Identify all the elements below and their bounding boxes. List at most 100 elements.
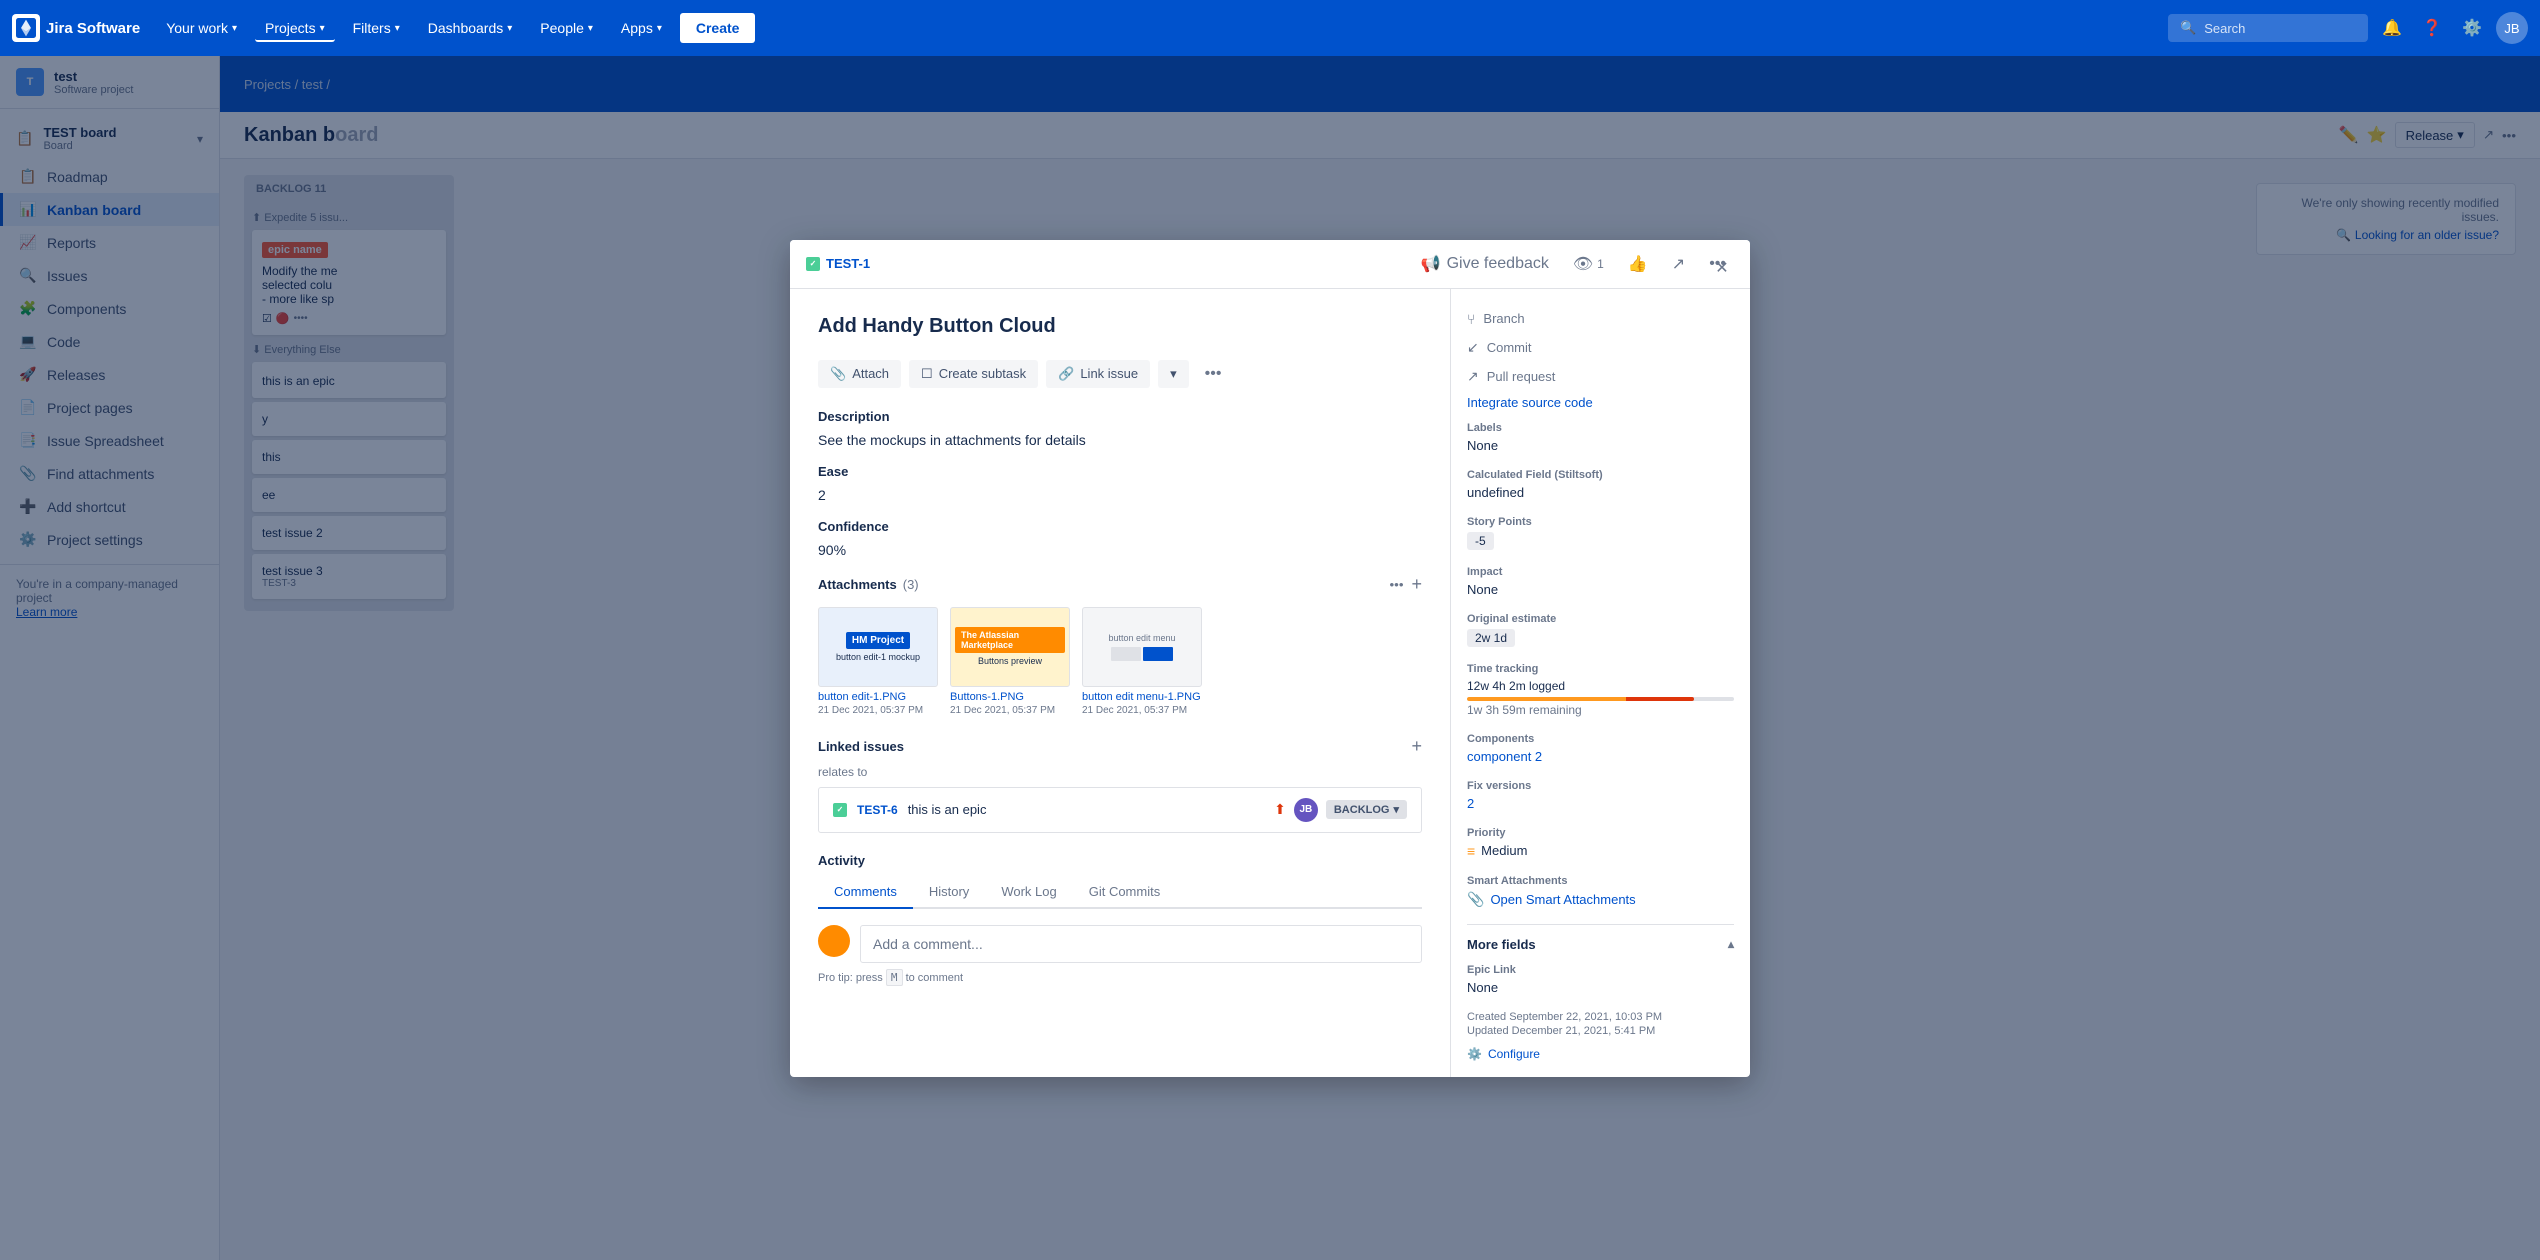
ease-section: Ease 2 <box>818 464 1422 503</box>
feedback-button[interactable]: 📢 Give feedback <box>1413 250 1557 278</box>
branch-label: Branch <box>1483 311 1524 326</box>
modal-left: Add Handy Button Cloud 📎 Attach ☐ Create… <box>790 289 1450 1077</box>
fix-versions-field: Fix versions 2 <box>1467 780 1734 811</box>
attachments-actions: ••• + <box>1389 574 1422 595</box>
labels-value: None <box>1467 438 1734 453</box>
original-estimate-badge[interactable]: 2w 1d <box>1467 629 1515 647</box>
story-points-badge[interactable]: -5 <box>1467 532 1494 550</box>
dashboards-menu[interactable]: Dashboards ▾ <box>418 14 523 42</box>
tab-history[interactable]: History <box>913 876 985 909</box>
watch-button[interactable]: 👁 1 <box>1565 250 1612 278</box>
priority-icon: ≡ <box>1467 843 1475 859</box>
share-modal-button[interactable]: ↗ <box>1664 250 1693 278</box>
add-linked-issue-button[interactable]: + <box>1411 736 1422 757</box>
create-button[interactable]: Create <box>680 13 756 43</box>
ease-label: Ease <box>818 464 1422 479</box>
app-logo[interactable]: Jira Software <box>12 14 140 42</box>
commit-icon: ↙ <box>1467 339 1479 356</box>
confidence-section: Confidence 90% <box>818 519 1422 558</box>
description-label: Description <box>818 409 1422 424</box>
priority-value: ≡ Medium <box>1467 843 1734 859</box>
more-fields-section: More fields ▴ Epic Link None <box>1467 924 1734 995</box>
fix-versions-value[interactable]: 2 <box>1467 796 1734 811</box>
commit-label: Commit <box>1487 340 1532 355</box>
ease-value: 2 <box>818 487 1422 503</box>
pro-tip: Pro tip: press M to comment <box>818 971 1422 984</box>
smart-attachments-field: Smart Attachments 📎 Open Smart Attachmen… <box>1467 875 1734 908</box>
attachment-3[interactable]: button edit menu button edit menu-1.PNG … <box>1082 607 1202 716</box>
attachments-count-badge: (3) <box>903 577 919 592</box>
commit-action[interactable]: ↙ Commit <box>1467 333 1734 362</box>
paperclip-icon: 📎 <box>1467 891 1484 908</box>
description-section: Description See the mockups in attachmen… <box>818 409 1422 448</box>
help-button[interactable]: ❓ <box>2416 12 2448 44</box>
attachment-1[interactable]: HM Project button edit-1 mockup button e… <box>818 607 938 716</box>
issue-key-area: ✓ TEST-1 <box>806 256 870 271</box>
more-actions-button[interactable]: ••• <box>1197 359 1230 389</box>
activity-label: Activity <box>818 853 1422 868</box>
issue-key-text: TEST-1 <box>826 256 870 271</box>
time-progress-fill <box>1467 697 1694 701</box>
attach-button[interactable]: 📎 Attach <box>818 360 901 388</box>
projects-menu[interactable]: Projects ▾ <box>255 14 335 42</box>
integrate-source-link[interactable]: Integrate source code <box>1467 395 1734 410</box>
filters-menu[interactable]: Filters ▾ <box>343 14 410 42</box>
attachments-more-button[interactable]: ••• <box>1389 574 1403 595</box>
attachment-2[interactable]: The Atlassian Marketplace Buttons previe… <box>950 607 1070 716</box>
created-timestamp: Created September 22, 2021, 10:03 PM <box>1467 1011 1734 1023</box>
smart-attachments-value[interactable]: 📎 Open Smart Attachments <box>1467 891 1734 908</box>
link-issue-button[interactable]: 🔗 Link issue <box>1046 360 1150 388</box>
priority-label: Medium <box>1481 843 1527 858</box>
branch-action[interactable]: ⑂ Branch <box>1467 305 1734 333</box>
your-work-menu[interactable]: Your work ▾ <box>156 14 247 42</box>
comment-input[interactable]: Add a comment... <box>860 925 1422 963</box>
confidence-label: Confidence <box>818 519 1422 534</box>
linked-issue-1[interactable]: ✓ TEST-6 this is an epic ⬆ JB BACKLOG ▾ <box>818 787 1422 833</box>
notifications-button[interactable]: 🔔 <box>2376 12 2408 44</box>
action-dropdown-button[interactable]: ▾ <box>1158 360 1189 388</box>
story-points-field: Story Points -5 <box>1467 516 1734 550</box>
configure-gear-icon: ⚙️ <box>1467 1047 1482 1061</box>
collapse-icon: ▴ <box>1728 937 1734 951</box>
search-bar[interactable]: 🔍 Search <box>2168 14 2368 42</box>
components-field: Components component 2 <box>1467 733 1734 764</box>
top-navigation: Jira Software Your work ▾ Projects ▾ Fil… <box>0 0 2540 56</box>
avatar-button[interactable]: JB <box>2496 12 2528 44</box>
comment-input-row: Add a comment... <box>818 925 1422 963</box>
tab-worklog[interactable]: Work Log <box>985 876 1072 909</box>
tab-git[interactable]: Git Commits <box>1073 876 1177 909</box>
time-remaining: 1w 3h 59m remaining <box>1467 703 1734 717</box>
apps-menu[interactable]: Apps ▾ <box>611 14 672 42</box>
calculated-field: Calculated Field (Stiltsoft) undefined <box>1467 469 1734 500</box>
activity-tabs: Comments History Work Log Git Commits <box>818 876 1422 909</box>
tab-comments[interactable]: Comments <box>818 876 913 909</box>
linked-issues-header: Linked issues + <box>818 736 1422 757</box>
components-value[interactable]: component 2 <box>1467 749 1734 764</box>
comment-avatar <box>818 925 850 957</box>
attachments-header: Attachments (3) ••• + <box>818 574 1422 595</box>
modal-topbar: ✓ TEST-1 📢 Give feedback 👁 1 👍 ↗ ••• ✕ <box>790 240 1750 289</box>
linked-issue-icon: ✓ <box>833 803 847 817</box>
updated-timestamp: Updated December 21, 2021, 5:41 PM <box>1467 1025 1734 1037</box>
linked-priority-icon: ⬆ <box>1274 801 1286 818</box>
backlog-chevron: ▾ <box>1393 803 1399 816</box>
pull-request-label: Pull request <box>1487 369 1556 384</box>
settings-button[interactable]: ⚙️ <box>2456 12 2488 44</box>
activity-section: Activity Comments History Work Log Git C… <box>818 853 1422 984</box>
like-button[interactable]: 👍 <box>1620 250 1656 278</box>
more-fields-header[interactable]: More fields ▴ <box>1467 937 1734 952</box>
modal-scroll: Add Handy Button Cloud 📎 Attach ☐ Create… <box>790 289 1750 1077</box>
configure-button[interactable]: ⚙️ Configure <box>1467 1047 1734 1061</box>
pull-request-action[interactable]: ↗ Pull request <box>1467 362 1734 391</box>
timestamps: Created September 22, 2021, 10:03 PM Upd… <box>1467 1011 1734 1037</box>
eye-icon: 👁 <box>1573 254 1593 274</box>
epic-link-value: None <box>1467 980 1734 995</box>
backlog-badge[interactable]: BACKLOG ▾ <box>1326 800 1407 819</box>
time-progress-bar <box>1467 697 1734 701</box>
epic-link-field: Epic Link None <box>1467 964 1734 995</box>
attachments-add-button[interactable]: + <box>1411 574 1422 595</box>
close-modal-button[interactable]: ✕ <box>1706 252 1738 284</box>
modal-overlay[interactable]: ✓ TEST-1 📢 Give feedback 👁 1 👍 ↗ ••• ✕ <box>0 0 2540 1260</box>
create-subtask-button[interactable]: ☐ Create subtask <box>909 360 1038 388</box>
people-menu[interactable]: People ▾ <box>530 14 603 42</box>
